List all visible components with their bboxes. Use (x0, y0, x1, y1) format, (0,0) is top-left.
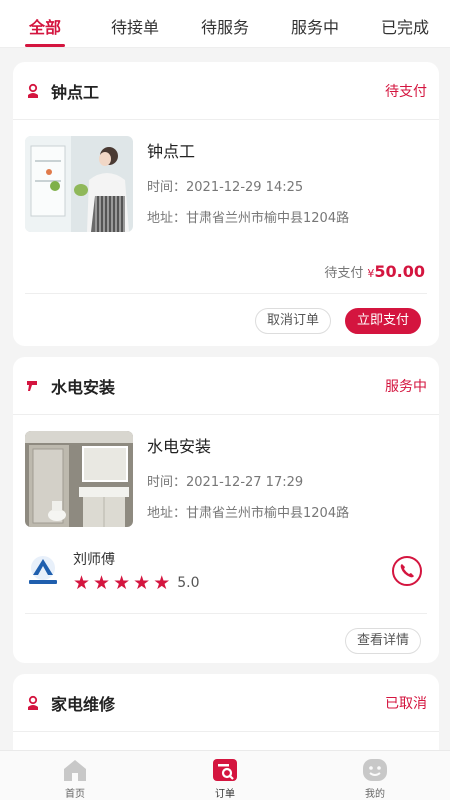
order-time: 时间：2021-12-27 17:29 (147, 475, 304, 490)
price-summary: 待支付 ¥50.00 (13, 232, 439, 281)
tab-in-service[interactable]: 服务中 (270, 0, 360, 47)
star-icon: ★ (93, 572, 111, 594)
worker-name: 刘师傅 (73, 552, 115, 568)
nav-label: 我的 (365, 789, 385, 800)
order-address: 地址：甘肃省兰州市榆中县1204路 (147, 506, 350, 521)
view-details-button[interactable]: 查看详情 (344, 628, 421, 654)
bottom-nav: 首页 订单 我的 (0, 750, 450, 800)
star-icon: ★ (73, 572, 91, 594)
profile-icon (363, 759, 387, 781)
cancel-order-button[interactable]: 取消订单 (254, 308, 331, 334)
order-status: 已取消 (385, 695, 427, 712)
tab-pending-accept[interactable]: 待接单 (90, 0, 180, 47)
price-label: 待支付 (324, 266, 364, 281)
order-card-header: 家电维修 已取消 (13, 674, 439, 732)
order-status: 服务中 (385, 378, 427, 395)
service-name: 钟点工 (51, 82, 100, 102)
company-logo (29, 556, 57, 584)
home-icon (64, 760, 86, 781)
tab-pending-service[interactable]: 待服务 (180, 0, 270, 47)
star-icon: ★ (113, 572, 131, 594)
order-card-header: 钟点工 待支付 (13, 62, 439, 120)
orders-icon (213, 759, 237, 781)
order-address: 地址：甘肃省兰州市榆中县1204路 (147, 211, 350, 226)
tab-all[interactable]: 全部 (0, 0, 90, 47)
nav-item-orders[interactable]: 订单 (150, 751, 300, 800)
pay-now-button[interactable]: 立即支付 (344, 308, 421, 334)
star-icon: ★ (153, 572, 171, 594)
phone-icon[interactable] (391, 555, 423, 587)
rating-stars: ★ ★ ★ ★ ★ 5.0 (73, 573, 200, 593)
worker-icon (28, 83, 38, 98)
nav-item-home[interactable]: 首页 (0, 751, 150, 800)
order-card-header: 水电安装 服务中 (13, 357, 439, 415)
status-tab-bar: 全部 待接单 待服务 服务中 已完成 (0, 0, 450, 48)
service-name: 家电维修 (51, 694, 116, 714)
wrench-icon (27, 380, 37, 391)
order-title: 水电安装 (147, 437, 212, 456)
order-title: 钟点工 (147, 142, 196, 161)
order-card[interactable]: 水电安装 服务中 水电安装 时间：2021-12-27 17:29 地址：甘肃省… (13, 357, 439, 663)
nav-item-profile[interactable]: 我的 (300, 751, 450, 800)
service-photo (25, 431, 133, 527)
worker-icon (28, 695, 38, 710)
tab-completed[interactable]: 已完成 (360, 0, 450, 47)
nav-label: 订单 (215, 789, 235, 800)
order-status: 待支付 (385, 83, 427, 100)
worker-info: 刘师傅 ★ ★ ★ ★ ★ 5.0 (13, 527, 439, 593)
service-name: 水电安装 (51, 377, 116, 397)
price-amount: 50.00 (374, 262, 425, 281)
order-time: 时间：2021-12-29 14:25 (147, 180, 304, 195)
service-photo (25, 136, 133, 232)
nav-label: 首页 (65, 789, 85, 800)
order-card[interactable]: 钟点工 待支付 钟点工 时间：2021-12-29 14:25 地址：甘肃省兰州… (13, 62, 439, 346)
star-icon: ★ (133, 572, 151, 594)
rating-value: 5.0 (177, 575, 200, 591)
